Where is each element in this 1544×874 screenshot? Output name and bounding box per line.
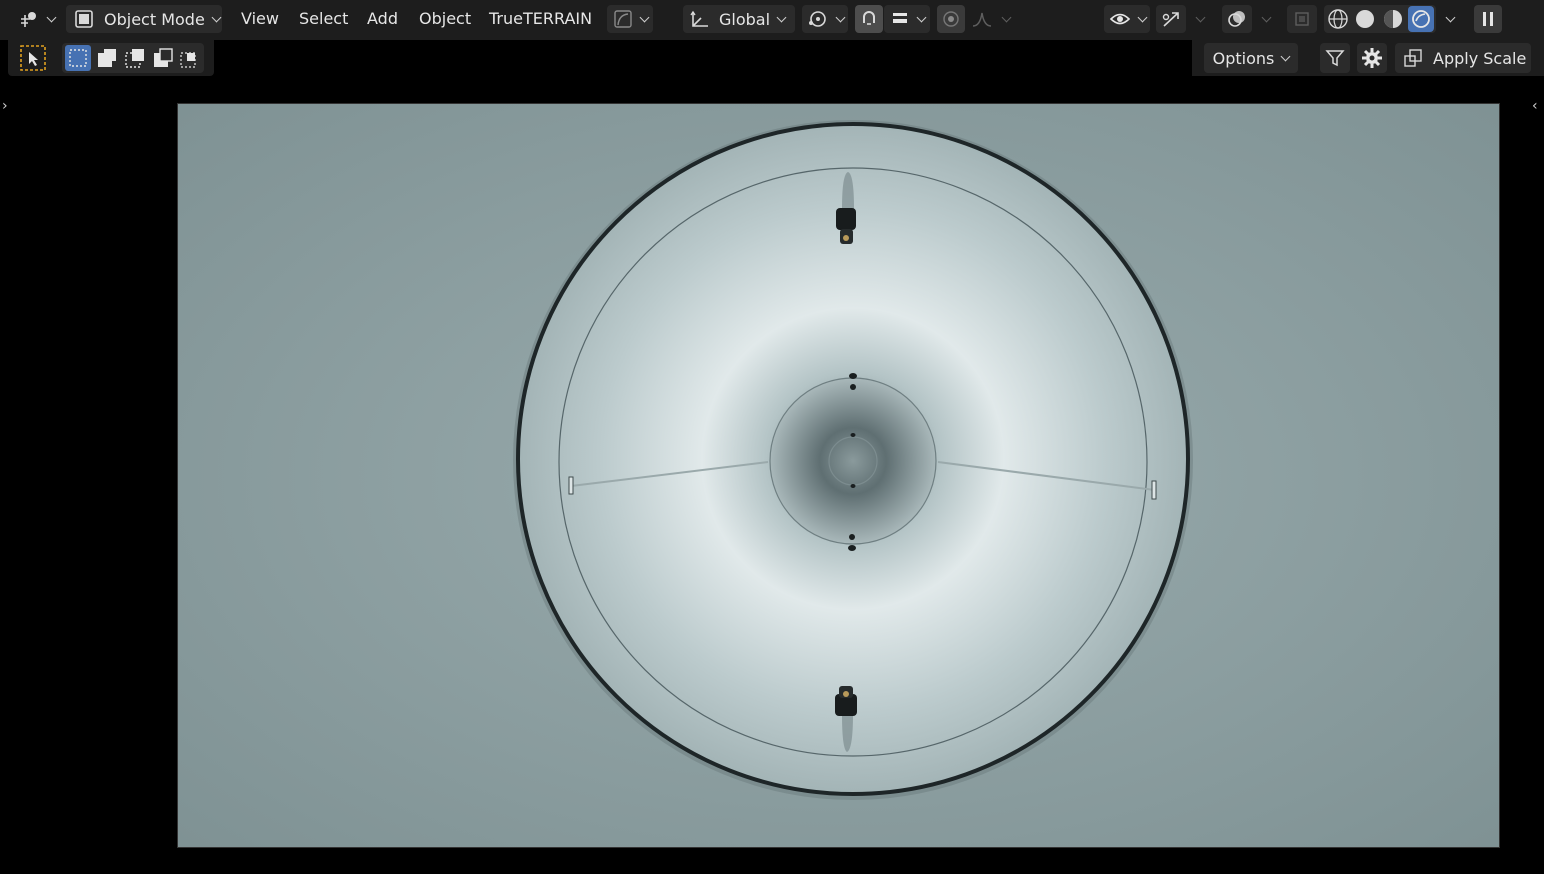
material-preview-icon[interactable]: [1381, 7, 1405, 31]
chevron-down-icon: [1261, 12, 1271, 22]
intersect-selection-icon[interactable]: [179, 47, 201, 69]
xray-toggle[interactable]: [1287, 5, 1317, 33]
selection-mode-group: [62, 43, 204, 73]
toolbar-expand-arrow-icon[interactable]: ›: [2, 98, 8, 114]
cursor-select-icon: [20, 45, 46, 71]
pause-icon: [1483, 12, 1493, 26]
subtract-selection-icon[interactable]: [124, 47, 146, 69]
apply-scale-button[interactable]: Apply Scale: [1395, 43, 1531, 73]
chevron-down-icon: [1137, 12, 1147, 22]
chevron-down-icon: [916, 12, 926, 22]
gizmo-toggle[interactable]: [1156, 5, 1186, 33]
snap-target-dropdown[interactable]: [884, 5, 930, 33]
menu-trueterrain[interactable]: TrueTERRAIN: [489, 5, 592, 33]
filter-icon: [1325, 50, 1345, 67]
dish-object: [513, 120, 1193, 800]
filter-button[interactable]: [1320, 43, 1350, 73]
overlays-icon: [1228, 11, 1245, 27]
pivot-point-icon: [808, 11, 826, 27]
proportional-editing-toggle[interactable]: [937, 5, 965, 33]
pause-render-button[interactable]: [1474, 5, 1502, 33]
overlays-dropdown[interactable]: [1256, 5, 1276, 33]
snap-magnet-icon: [863, 11, 875, 25]
settings-button[interactable]: [1357, 43, 1387, 73]
menu-object[interactable]: Object: [419, 5, 471, 33]
proportional-falloff-dropdown[interactable]: [968, 5, 1012, 33]
transform-orientation-icon: [690, 10, 708, 27]
tool-settings-bar: [8, 40, 214, 76]
overlays-toggle[interactable]: [1222, 5, 1252, 33]
curve-dropdown[interactable]: [607, 5, 653, 33]
rendered-shading-icon[interactable]: [1408, 6, 1435, 32]
menu-add[interactable]: Add: [367, 5, 398, 33]
chevron-down-icon: [835, 12, 845, 22]
sidebar-expand-arrow-icon[interactable]: ‹: [1532, 98, 1538, 114]
object-mode-icon: [75, 10, 93, 28]
wireframe-shading-icon[interactable]: [1326, 7, 1350, 31]
chevron-down-icon: [1001, 12, 1011, 22]
chevron-down-icon: [1280, 51, 1291, 61]
snap-increment-icon: [892, 13, 907, 23]
mode-dropdown[interactable]: Object Mode: [66, 5, 222, 33]
viewport-right-bar: Options Apply Scale: [1192, 40, 1544, 76]
shading-options-dropdown[interactable]: [1440, 5, 1460, 33]
gizmo-dropdown[interactable]: [1190, 5, 1210, 33]
chevron-down-icon: [211, 12, 222, 22]
xray-icon: [1295, 12, 1309, 26]
camera-viewport[interactable]: [177, 103, 1500, 848]
editor-type-button[interactable]: [14, 5, 58, 33]
gizmo-icon: [1162, 12, 1179, 27]
solid-shading-icon[interactable]: [1353, 7, 1377, 31]
render-preview: [178, 104, 1499, 847]
menu-view[interactable]: View: [241, 5, 279, 33]
apply-scale-label: Apply Scale: [1433, 48, 1527, 68]
scale-icon: [1404, 49, 1422, 67]
chevron-down-icon: [639, 12, 649, 22]
options-dropdown[interactable]: Options: [1204, 43, 1298, 73]
chevron-down-icon: [1445, 12, 1455, 22]
viewport-header: Object Mode View Select Add Object TrueT…: [0, 0, 1544, 40]
orientation-dropdown[interactable]: Global: [683, 5, 795, 33]
falloff-curve-icon: [972, 12, 991, 27]
set-selection-icon[interactable]: [64, 45, 91, 71]
selectability-visibility-dropdown[interactable]: [1104, 5, 1150, 33]
snap-toggle[interactable]: [855, 5, 883, 33]
options-label: Options: [1212, 48, 1275, 68]
editor-type-icon: [20, 12, 36, 27]
menu-select[interactable]: Select: [299, 5, 348, 33]
extend-selection-icon[interactable]: [96, 47, 118, 69]
curve-icon: [613, 10, 632, 28]
chevron-down-icon: [1195, 12, 1205, 22]
gear-icon: [1362, 48, 1382, 68]
mode-label: Object Mode: [104, 9, 205, 29]
chevron-down-icon: [46, 12, 56, 22]
invert-selection-icon[interactable]: [152, 47, 174, 69]
eye-selectability-icon: [1109, 13, 1130, 25]
shading-mode-group: [1324, 5, 1436, 33]
chevron-down-icon: [776, 12, 787, 22]
pivot-point-dropdown[interactable]: [802, 5, 848, 33]
proportional-editing-icon: [943, 11, 959, 27]
orientation-label: Global: [719, 9, 771, 29]
select-tool-button[interactable]: [18, 43, 48, 73]
